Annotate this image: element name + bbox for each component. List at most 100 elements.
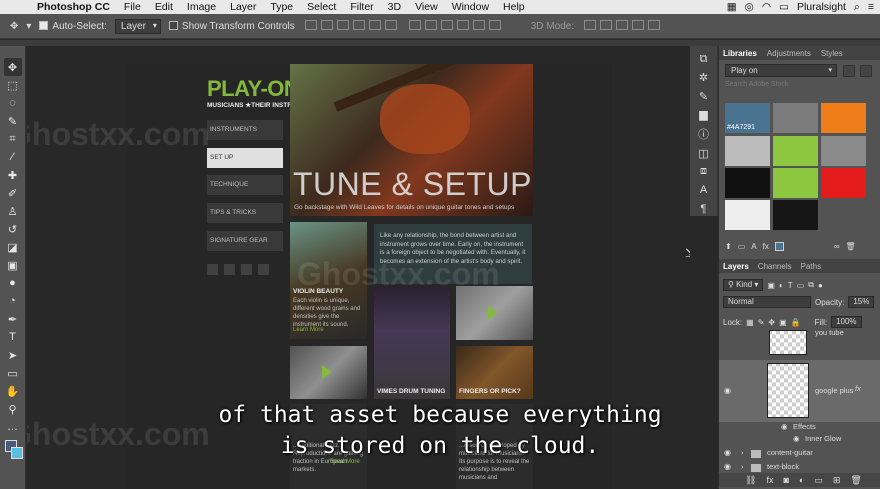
- swatch-dark[interactable]: [773, 200, 818, 230]
- canvas-area[interactable]: PLAY-ON MUSICIANS ★THEIR INSTRUMENTS INS…: [27, 46, 690, 489]
- transform-checkbox[interactable]: Show Transform Controls: [168, 21, 295, 32]
- link-layers-icon[interactable]: ⛓: [745, 475, 756, 486]
- menu-layer[interactable]: Layer: [223, 1, 263, 13]
- marquee-tool-icon[interactable]: ⬚: [4, 76, 22, 94]
- tab-layers[interactable]: Layers: [723, 262, 749, 271]
- menu-view[interactable]: View: [408, 1, 445, 13]
- eye-icon[interactable]: ◉: [724, 448, 731, 457]
- fx-icon[interactable]: fx: [855, 384, 861, 393]
- auto-select-dropdown[interactable]: Layer: [114, 18, 161, 34]
- lock-transparent-icon[interactable]: ▦: [746, 318, 754, 327]
- new-group-icon[interactable]: ▭: [814, 475, 823, 486]
- align-left-icon[interactable]: [352, 19, 365, 30]
- blend-mode-dropdown[interactable]: Normal: [723, 296, 811, 308]
- list-view-icon[interactable]: [860, 65, 872, 77]
- user-name[interactable]: Pluralsight: [797, 1, 846, 13]
- filter-toggle-icon[interactable]: ●: [818, 281, 823, 290]
- filter-pixel-icon[interactable]: ▣: [767, 281, 775, 290]
- character-icon[interactable]: A: [696, 183, 712, 198]
- 3d-slide-icon[interactable]: [632, 19, 645, 30]
- chevron-right-icon[interactable]: ›: [741, 462, 744, 471]
- info-icon[interactable]: ⓘ: [696, 126, 712, 142]
- tab-paths[interactable]: Paths: [801, 262, 821, 271]
- layer-mask-icon[interactable]: ◙: [783, 475, 788, 485]
- adjust-icon[interactable]: ✲: [696, 71, 712, 86]
- color-swatches[interactable]: [3, 438, 23, 466]
- pen-tool-icon[interactable]: ✒: [4, 310, 22, 328]
- swatch-blue[interactable]: #4A7291: [725, 103, 770, 133]
- align-right-icon[interactable]: [384, 19, 397, 30]
- swatch-light-grey[interactable]: [725, 136, 770, 166]
- menu-file[interactable]: File: [117, 1, 148, 13]
- path-select-tool-icon[interactable]: ➤: [4, 346, 22, 364]
- align-vcenter-icon[interactable]: [320, 19, 333, 30]
- distribute-right-icon[interactable]: [488, 19, 501, 30]
- tab-libraries[interactable]: Libraries: [723, 49, 757, 58]
- 3d-roll-icon[interactable]: [600, 19, 613, 30]
- creative-cloud-icon[interactable]: ∞: [834, 242, 840, 251]
- menu-image[interactable]: Image: [180, 1, 223, 13]
- move-tool-icon[interactable]: ✥: [10, 21, 18, 32]
- eraser-tool-icon[interactable]: ◪: [4, 238, 22, 256]
- navigator-icon[interactable]: ◫: [696, 146, 712, 161]
- filter-kind-dropdown[interactable]: ⚲ Kind ▾: [723, 279, 764, 291]
- swatch-black[interactable]: [725, 168, 770, 198]
- distribute-bottom-icon[interactable]: [440, 19, 453, 30]
- swatch-orange[interactable]: [821, 103, 866, 133]
- swatch-grey[interactable]: [773, 103, 818, 133]
- menu-app[interactable]: Photoshop CC: [30, 1, 117, 13]
- move-tool-icon[interactable]: ✥: [3, 58, 22, 76]
- trash-icon[interactable]: 🗑: [846, 242, 856, 251]
- quick-select-tool-icon[interactable]: ✎: [4, 112, 22, 130]
- tab-styles[interactable]: Styles: [821, 49, 843, 58]
- add-layer-style-icon[interactable]: fx: [763, 242, 769, 251]
- lock-artboard-icon[interactable]: ▣: [779, 318, 787, 327]
- histogram-icon[interactable]: ▆: [696, 108, 712, 123]
- grid-icon[interactable]: ▦: [727, 1, 737, 13]
- align-top-icon[interactable]: [304, 19, 317, 30]
- 3d-scale-icon[interactable]: [648, 19, 661, 30]
- wifi-icon[interactable]: ◠: [762, 1, 771, 13]
- lock-pixels-icon[interactable]: ✎: [758, 318, 765, 327]
- healing-brush-tool-icon[interactable]: ✚: [4, 166, 22, 184]
- opacity-field[interactable]: 15%: [848, 296, 875, 308]
- add-char-style-icon[interactable]: A: [751, 242, 756, 251]
- filter-shape-icon[interactable]: ▭: [797, 281, 805, 290]
- lock-position-icon[interactable]: ✥: [768, 318, 775, 327]
- document-canvas[interactable]: PLAY-ON MUSICIANS ★THEIR INSTRUMENTS INS…: [127, 64, 612, 489]
- swatch-white[interactable]: [725, 200, 770, 230]
- distribute-left-icon[interactable]: [456, 19, 469, 30]
- inner-glow-eye-icon[interactable]: ◉: [793, 434, 800, 443]
- distribute-top-icon[interactable]: [408, 19, 421, 30]
- paragraph-icon[interactable]: ¶: [696, 202, 712, 217]
- more-tools-icon[interactable]: …: [4, 418, 22, 436]
- menu-3d[interactable]: 3D: [381, 1, 408, 13]
- fill-field[interactable]: 100%: [831, 316, 862, 328]
- zoom-tool-icon[interactable]: ⚲: [4, 400, 22, 418]
- brush-settings-icon[interactable]: ✎: [696, 89, 712, 104]
- tab-adjustments[interactable]: Adjustments: [767, 49, 811, 58]
- filter-adjust-icon[interactable]: ◐: [779, 281, 784, 290]
- brush-tool-icon[interactable]: ✐: [4, 184, 22, 202]
- add-color-icon[interactable]: [774, 241, 784, 251]
- gradient-tool-icon[interactable]: ▣: [4, 256, 22, 274]
- distribute-vcenter-icon[interactable]: [424, 19, 437, 30]
- search-icon[interactable]: ⌕: [854, 1, 860, 14]
- add-graphic-icon[interactable]: ▭: [738, 242, 746, 251]
- auto-select-checkbox[interactable]: Auto-Select:: [39, 21, 107, 32]
- tab-channels[interactable]: Channels: [758, 262, 792, 271]
- 3d-drag-icon[interactable]: [616, 19, 629, 30]
- blur-tool-icon[interactable]: ●: [4, 274, 22, 292]
- clone-stamp-tool-icon[interactable]: ♙: [4, 202, 22, 220]
- 3d-rotate-icon[interactable]: [584, 19, 597, 30]
- swatch-red[interactable]: [821, 168, 866, 198]
- layer-google-plus[interactable]: ◉ google plus fx: [719, 360, 880, 422]
- background-color-icon[interactable]: [10, 447, 23, 459]
- menu-edit[interactable]: Edit: [148, 1, 180, 13]
- menu-type[interactable]: Type: [263, 1, 300, 13]
- dodge-tool-icon[interactable]: ◔: [4, 292, 22, 310]
- menu-filter[interactable]: Filter: [343, 1, 380, 13]
- align-hcenter-icon[interactable]: [368, 19, 381, 30]
- screen-icon[interactable]: ▭: [779, 1, 789, 13]
- layer-style-icon[interactable]: fx: [766, 475, 773, 485]
